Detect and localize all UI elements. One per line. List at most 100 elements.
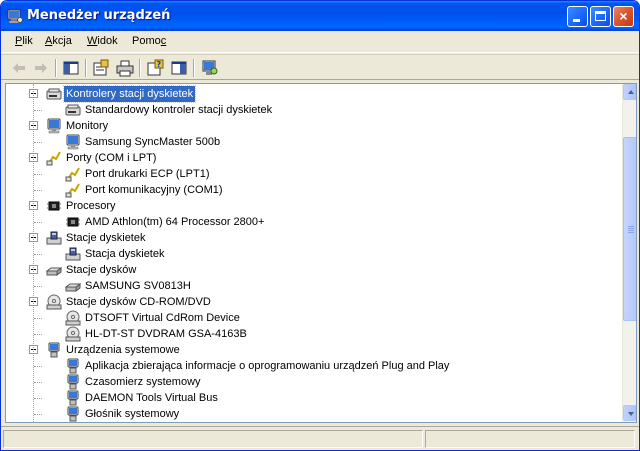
tree-device[interactable]: DAEMON Tools Virtual Bus [6, 390, 618, 406]
cdrom-icon [65, 310, 81, 326]
toolbar-separator [55, 59, 57, 77]
tree-connector [34, 366, 42, 367]
thumb-grip [628, 226, 634, 227]
computer-management-icon [7, 9, 23, 24]
tree-device[interactable]: HL-DT-ST DVDRAM GSA-4163B [6, 326, 618, 342]
close-button[interactable]: × [613, 6, 634, 27]
floppy-drive-icon [65, 247, 81, 261]
minimize-button[interactable] [567, 6, 588, 27]
scroll-thumb[interactable] [623, 137, 636, 321]
tree-item-label: DAEMON Tools Virtual Bus [85, 392, 218, 404]
tree-category[interactable]: Kontrolery stacji dyskietek [6, 85, 618, 103]
menu-action[interactable]: Akcja [45, 35, 72, 47]
tree-item-label: Stacje dysków [66, 264, 137, 276]
forward-arrow-icon[interactable] [31, 58, 51, 78]
tree-item-label: Stacja dyskietek [85, 248, 165, 260]
tree-category[interactable]: Monitory [6, 118, 618, 134]
menu-file[interactable]: Plik [15, 35, 33, 47]
tree-device[interactable]: Samsung SyncMaster 500b [6, 134, 618, 150]
title-bar[interactable]: Menedżer urządzeń × [1, 1, 639, 31]
thumb-grip [628, 232, 634, 233]
maximize-icon [595, 11, 606, 21]
scroll-up-button[interactable] [623, 84, 636, 100]
tree-item-label: Urządzenia systemowe [66, 344, 180, 356]
menu-bar: Plik Akcja Widok Pomoc [1, 31, 639, 53]
tree-category[interactable]: Procesory [6, 198, 618, 214]
floppy-controller-icon [46, 88, 62, 100]
monitor-icon [47, 118, 61, 134]
processor-icon [66, 217, 80, 227]
toolbar-separator [85, 59, 87, 77]
tree-device[interactable]: Aplikacja zbierająca informacje o oprogr… [6, 358, 618, 374]
processor-icon [47, 201, 61, 211]
tree-item-label: Czasomierz systemowy [85, 376, 201, 388]
cdrom-icon [65, 326, 81, 342]
tree-connector [34, 110, 42, 111]
status-pane-secondary [425, 430, 635, 448]
tree-connector [34, 190, 42, 191]
tree-connector [34, 142, 42, 143]
tree-item-label: Kontrolery stacji dyskietek [62, 85, 197, 103]
show-action-pane-icon[interactable] [169, 58, 189, 78]
show-hide-console-tree-icon[interactable] [61, 58, 81, 78]
tree-item-label: Procesory [66, 200, 116, 212]
help-icon[interactable]: ? [145, 58, 165, 78]
tree-item-label: Monitory [66, 120, 109, 132]
system-device-icon [67, 358, 79, 374]
tree-item-label: Aplikacja zbierająca informacje o oprogr… [85, 360, 450, 372]
tree-connector [34, 222, 42, 223]
system-device-icon [67, 374, 79, 390]
tree-device[interactable]: Głośnik systemowy [6, 406, 618, 422]
tree-connector [34, 174, 42, 175]
tree-device[interactable]: SAMSUNG SV0813H [6, 278, 618, 294]
tree-device[interactable]: Stacja dyskietek [6, 246, 618, 262]
tree-item-label: Głośnik systemowy [85, 408, 180, 420]
system-device-icon [48, 342, 60, 358]
menu-view[interactable]: Widok [87, 35, 118, 47]
status-bar [1, 426, 639, 450]
toolbar-separator [139, 59, 141, 77]
tree-item-label: Porty (COM i LPT) [66, 152, 157, 164]
tree-item-label: Standardowy kontroler stacji dyskietek [85, 104, 273, 116]
maximize-button[interactable] [590, 6, 611, 27]
tree-device[interactable]: AMD Athlon(tm) 64 Processor 2800+ [6, 214, 618, 230]
tree-category[interactable]: Stacje dysków CD-ROM/DVD [6, 294, 618, 310]
svg-text:?: ? [157, 60, 162, 69]
device-manager-window: Menedżer urządzeń × Plik Akcja Widok Pom… [0, 0, 640, 451]
floppy-controller-icon [65, 104, 81, 116]
thumb-grip [628, 230, 634, 231]
print-icon[interactable] [115, 58, 135, 78]
port-icon [46, 151, 61, 166]
tree-device[interactable]: Czasomierz systemowy [6, 374, 618, 390]
tree-device[interactable]: Standardowy kontroler stacji dyskietek [6, 102, 618, 118]
cdrom-icon [46, 294, 62, 310]
tree-connector [34, 334, 42, 335]
scan-hardware-changes-icon[interactable] [200, 58, 220, 78]
tree-item-label: AMD Athlon(tm) 64 Processor 2800+ [85, 216, 265, 228]
tree-item-label: HL-DT-ST DVDRAM GSA-4163B [85, 328, 247, 340]
chevron-down-icon [628, 412, 634, 416]
tree-category[interactable]: Urządzenia systemowe [6, 342, 618, 358]
tree-connector [34, 382, 42, 383]
menu-help[interactable]: Pomoc [132, 35, 166, 47]
tree-device[interactable]: Port komunikacyjny (COM1) [6, 182, 618, 198]
tree-connector [34, 286, 42, 287]
device-tree[interactable]: Kontrolery stacji dyskietek Standardowy k… [5, 83, 637, 423]
toolbar: ? [1, 54, 639, 80]
tree-connector [34, 254, 42, 255]
tree-category[interactable]: Porty (COM i LPT) [6, 150, 618, 166]
tree-item-label: DTSOFT Virtual CdRom Device [85, 312, 240, 324]
tree-item-label: Samsung SyncMaster 500b [85, 136, 221, 148]
tree-category[interactable]: Stacje dyskietek [6, 230, 618, 246]
tree-category[interactable]: Stacje dysków [6, 262, 618, 278]
port-icon [65, 183, 80, 198]
back-arrow-icon[interactable] [9, 58, 29, 78]
system-device-icon [67, 390, 79, 406]
thumb-grip [628, 228, 634, 229]
tree-device[interactable]: Port drukarki ECP (LPT1) [6, 166, 618, 182]
scroll-down-button[interactable] [623, 405, 636, 421]
properties-icon[interactable] [91, 58, 111, 78]
tree-trunk-line [33, 84, 34, 422]
tree-device[interactable]: DTSOFT Virtual CdRom Device [6, 310, 618, 326]
vertical-scrollbar[interactable] [622, 84, 636, 422]
